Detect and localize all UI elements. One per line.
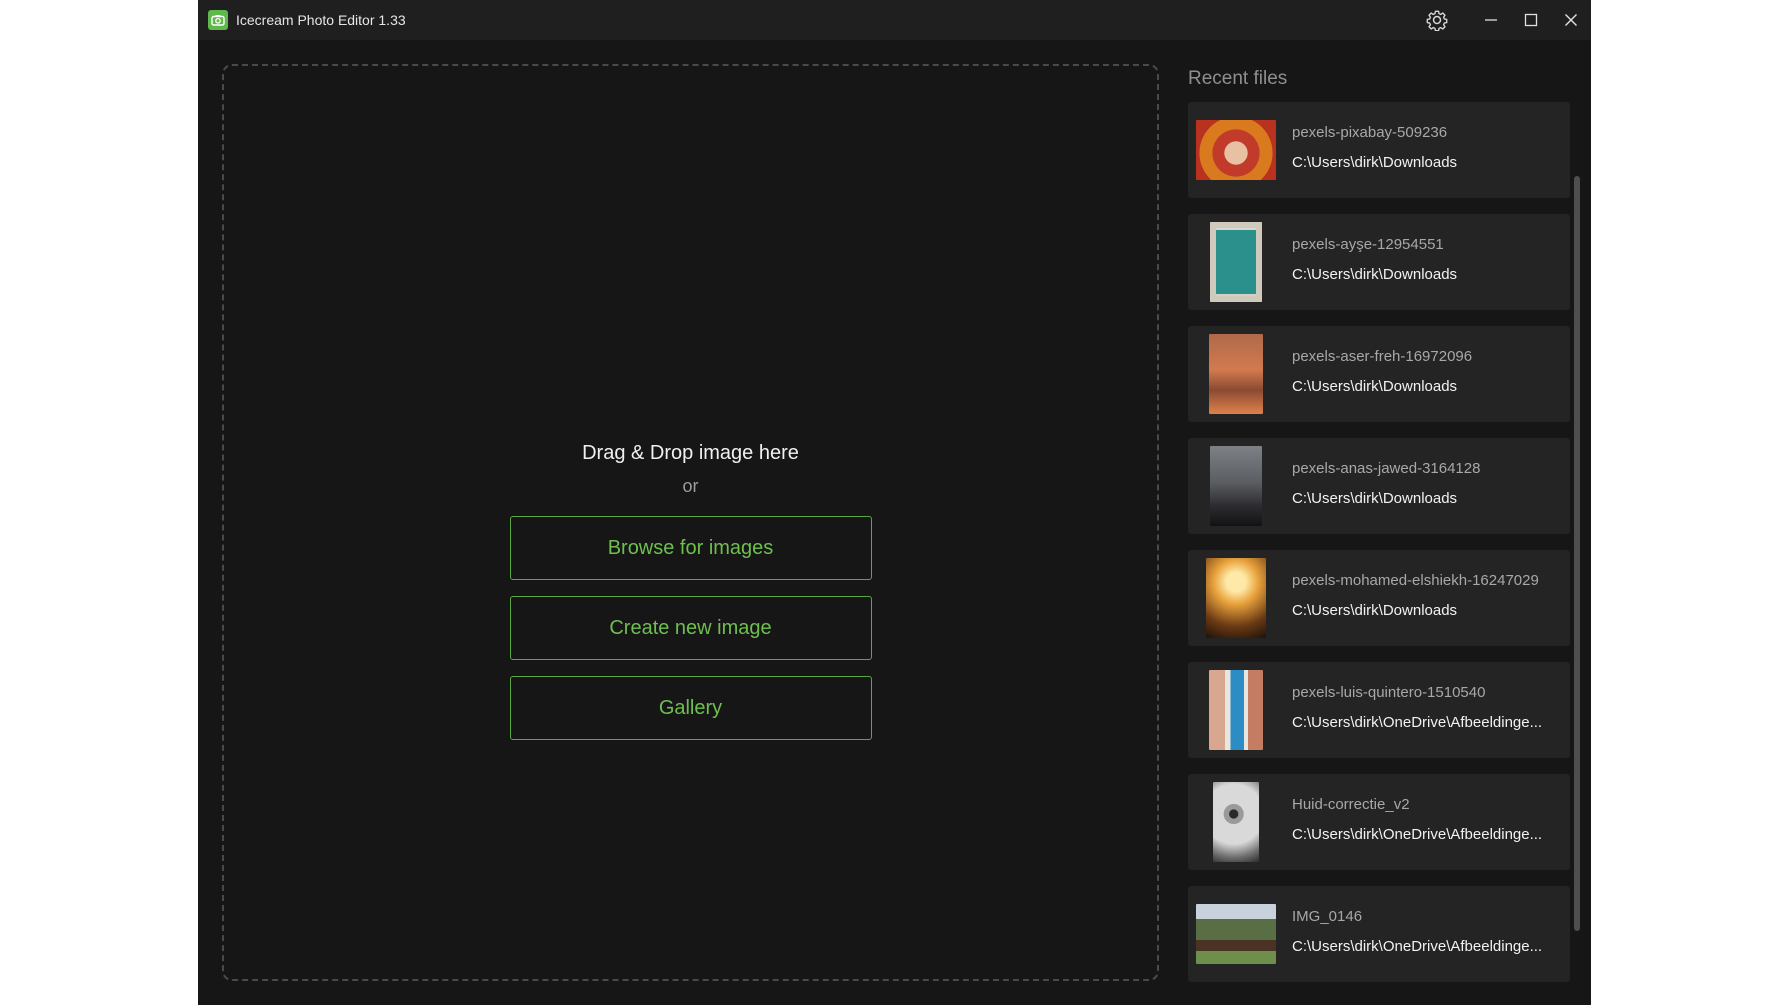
file-name: pexels-pixabay-509236 <box>1292 124 1448 141</box>
file-thumbnail <box>1196 782 1276 862</box>
settings-button[interactable] <box>1417 0 1457 40</box>
drop-zone-actions: Drag & Drop image here or Browse for ima… <box>509 438 872 740</box>
recent-file-item[interactable]: IMG_0146 C:\Users\dirk\OneDrive\Afbeeldi… <box>1188 886 1570 982</box>
window-controls <box>1417 0 1591 40</box>
file-path: C:\Users\dirk\Downloads <box>1292 378 1458 395</box>
file-name: pexels-ayşe-12954551 <box>1292 236 1444 253</box>
file-thumbnail <box>1196 110 1276 190</box>
recent-file-item[interactable]: pexels-luis-quintero-1510540 C:\Users\di… <box>1188 662 1570 758</box>
title-bar: Icecream Photo Editor 1.33 <box>198 0 1591 40</box>
file-path: C:\Users\dirk\Downloads <box>1292 602 1458 619</box>
recent-file-item[interactable]: pexels-ayşe-12954551 C:\Users\dirk\Downl… <box>1188 214 1570 310</box>
file-name: pexels-aser-freh-16972096 <box>1292 348 1473 365</box>
drop-zone[interactable]: Drag & Drop image here or Browse for ima… <box>222 64 1159 981</box>
app-logo-icon <box>208 10 228 30</box>
minimize-button[interactable] <box>1471 0 1511 40</box>
file-path: C:\Users\dirk\OneDrive\Afbeeldinge... <box>1292 938 1543 955</box>
gallery-button[interactable]: Gallery <box>509 676 872 740</box>
file-path: C:\Users\dirk\Downloads <box>1292 154 1458 171</box>
file-name: pexels-anas-jawed-3164128 <box>1292 460 1481 477</box>
close-button[interactable] <box>1551 0 1591 40</box>
recent-file-item[interactable]: pexels-anas-jawed-3164128 C:\Users\dirk\… <box>1188 438 1570 534</box>
file-thumbnail <box>1196 222 1276 302</box>
maximize-button[interactable] <box>1511 0 1551 40</box>
recent-file-item[interactable]: Huid-correctie_v2 C:\Users\dirk\OneDrive… <box>1188 774 1570 870</box>
gear-icon <box>1426 10 1448 31</box>
drag-drop-heading: Drag & Drop image here <box>582 442 799 464</box>
create-new-image-button[interactable]: Create new image <box>509 596 872 660</box>
file-name: pexels-mohamed-elshiekh-16247029 <box>1292 572 1539 589</box>
recent-file-item[interactable]: pexels-pixabay-509236 C:\Users\dirk\Down… <box>1188 102 1570 198</box>
app-title: Icecream Photo Editor 1.33 <box>236 12 406 28</box>
file-name: IMG_0146 <box>1292 908 1363 925</box>
file-thumbnail <box>1196 334 1276 414</box>
file-thumbnail <box>1196 894 1276 974</box>
or-label: or <box>682 476 699 496</box>
file-thumbnail <box>1196 558 1276 638</box>
file-name: pexels-luis-quintero-1510540 <box>1292 684 1486 701</box>
file-path: C:\Users\dirk\OneDrive\Afbeeldinge... <box>1292 826 1543 843</box>
app-window: Icecream Photo Editor 1.33 Drag & Drop i… <box>198 0 1591 1005</box>
file-path: C:\Users\dirk\Downloads <box>1292 490 1458 507</box>
file-thumbnail <box>1196 446 1276 526</box>
file-name: Huid-correctie_v2 <box>1292 796 1410 813</box>
recent-files-list: pexels-pixabay-509236 C:\Users\dirk\Down… <box>1188 102 1570 998</box>
recent-files-scrollbar[interactable] <box>1573 102 1581 964</box>
browse-images-button[interactable]: Browse for images <box>509 516 872 580</box>
close-icon <box>1565 14 1577 26</box>
recent-files-title: Recent files <box>1188 68 1288 89</box>
maximize-icon <box>1524 13 1538 27</box>
file-thumbnail <box>1196 670 1276 750</box>
file-path: C:\Users\dirk\Downloads <box>1292 266 1458 283</box>
recent-file-item[interactable]: pexels-mohamed-elshiekh-16247029 C:\User… <box>1188 550 1570 646</box>
recent-files-panel: Recent files pexels-pixabay-509236 C:\Us… <box>1188 60 1588 990</box>
scrollbar-thumb[interactable] <box>1574 176 1580 931</box>
recent-file-item[interactable]: pexels-aser-freh-16972096 C:\Users\dirk\… <box>1188 326 1570 422</box>
file-path: C:\Users\dirk\OneDrive\Afbeeldinge... <box>1292 714 1543 731</box>
minimize-icon <box>1485 19 1497 21</box>
